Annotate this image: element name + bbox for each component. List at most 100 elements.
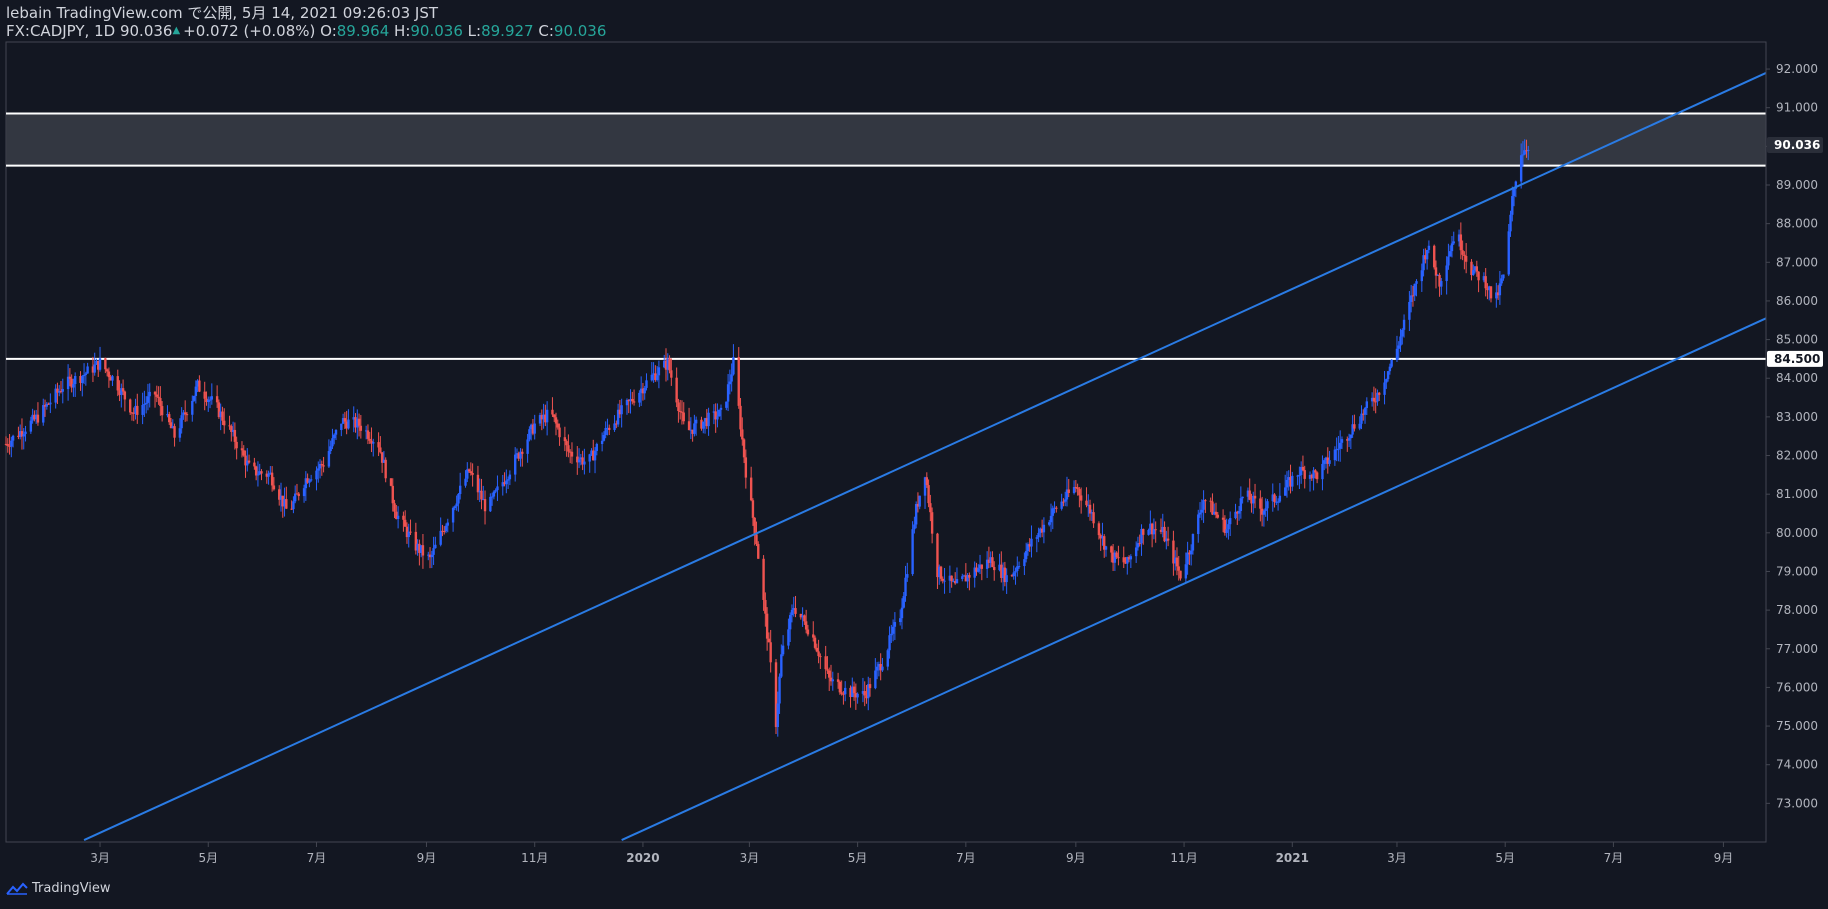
candle-body	[890, 633, 893, 636]
candle-body	[1110, 546, 1113, 553]
resistance-zone[interactable]	[6, 113, 1766, 166]
candle-body	[343, 418, 347, 422]
candle-body	[256, 474, 260, 476]
candle-body	[247, 460, 251, 463]
candle-body	[141, 404, 144, 415]
candle-body	[308, 480, 311, 483]
candle-body	[1062, 501, 1065, 503]
candle-body	[812, 634, 815, 638]
ohlc-row: FX:CADJPY, 1D 90.036▲ +0.072 (+0.08%) O:8…	[6, 22, 606, 43]
candle-body	[815, 647, 819, 652]
candle-body	[439, 530, 442, 545]
candle-body	[941, 578, 944, 581]
x-tick-label: 5月	[198, 851, 218, 865]
candle-body	[1399, 336, 1402, 346]
candle-body	[856, 693, 859, 698]
candle-body	[790, 609, 794, 616]
candle-body	[826, 669, 829, 671]
candle-body	[98, 358, 102, 370]
candle-body	[753, 517, 756, 535]
channel-trend-line[interactable]	[621, 317, 1767, 841]
candle-body	[1142, 528, 1145, 535]
candle-body	[843, 687, 847, 695]
candle-body	[595, 443, 599, 452]
candle-body	[650, 374, 654, 381]
candle-body	[194, 386, 198, 396]
candle-body	[1179, 570, 1182, 579]
candle-body	[645, 380, 648, 388]
candle-body	[1166, 538, 1170, 541]
candle-body	[1273, 494, 1276, 503]
candle-body	[403, 519, 407, 527]
candle-body	[694, 419, 698, 424]
brand-name: TradingView	[32, 881, 111, 896]
candle-body	[719, 407, 723, 410]
candle-body	[1472, 270, 1475, 276]
candle-body	[1321, 463, 1324, 480]
candle-body	[128, 399, 132, 413]
candle-body	[1014, 571, 1017, 573]
candle-body	[1413, 283, 1416, 296]
candle-body	[668, 358, 671, 371]
candle-body	[551, 409, 554, 415]
candle-body	[235, 441, 238, 449]
candle-body	[210, 396, 214, 400]
candle-body	[757, 544, 760, 559]
candle-body	[824, 656, 827, 670]
candle-body	[1079, 495, 1083, 501]
candle-body	[1401, 329, 1404, 337]
price-label: 84.500	[1774, 352, 1820, 366]
candle-body	[320, 464, 324, 466]
candle-body	[84, 373, 88, 375]
candle-body	[741, 429, 744, 440]
candle-body	[36, 414, 40, 423]
candle-body	[11, 435, 15, 441]
candle-body	[366, 430, 370, 439]
candle-body	[739, 405, 742, 430]
candle-body	[1175, 557, 1179, 567]
candle-body	[1241, 496, 1244, 499]
chart[interactable]: 73.000 74.000 75.000 76.000 77.000 78.000 79.0…	[0, 0, 1828, 909]
candle-body	[1464, 256, 1468, 262]
candle-body	[513, 454, 517, 475]
candle-body	[1502, 274, 1505, 279]
y-tick-label: 76.000	[1776, 680, 1818, 694]
footer-brand[interactable]: TradingView	[6, 881, 111, 896]
candle-body	[1519, 155, 1523, 182]
candle-body	[961, 576, 964, 580]
candle-body	[1385, 379, 1388, 383]
candle-body	[888, 635, 891, 651]
candle-body	[402, 515, 405, 520]
candle-body	[806, 629, 810, 635]
x-tick-label: 5月	[1495, 851, 1515, 865]
candle-body	[453, 506, 457, 508]
candle-body	[68, 376, 72, 379]
candle-body	[157, 396, 160, 399]
candle-body	[638, 392, 641, 403]
channel-trend-line[interactable]	[83, 72, 1767, 841]
candle-body	[563, 437, 567, 442]
candle-body	[1237, 510, 1241, 514]
candle-body	[1097, 523, 1101, 536]
candle-body	[1500, 278, 1503, 284]
candle-body	[1184, 564, 1188, 579]
candle-body	[1388, 366, 1392, 372]
candle-body	[1197, 514, 1200, 535]
candle-body	[208, 399, 212, 401]
candle-body	[476, 474, 480, 493]
candle-body	[930, 512, 934, 534]
candle-body	[794, 608, 797, 614]
candle-body	[1291, 475, 1294, 487]
candle-body	[693, 423, 696, 434]
candle-body	[1228, 518, 1232, 525]
candle-body	[918, 495, 921, 507]
x-tick-label: 9月	[1066, 851, 1086, 865]
candle-body	[505, 480, 508, 485]
candle-body	[1104, 546, 1108, 550]
candle-body	[788, 615, 792, 630]
candle-body	[1276, 501, 1280, 503]
candle-body	[457, 494, 460, 504]
low-value: 89.927	[481, 22, 534, 40]
candle-body	[409, 531, 412, 533]
candle-body	[1349, 434, 1353, 439]
